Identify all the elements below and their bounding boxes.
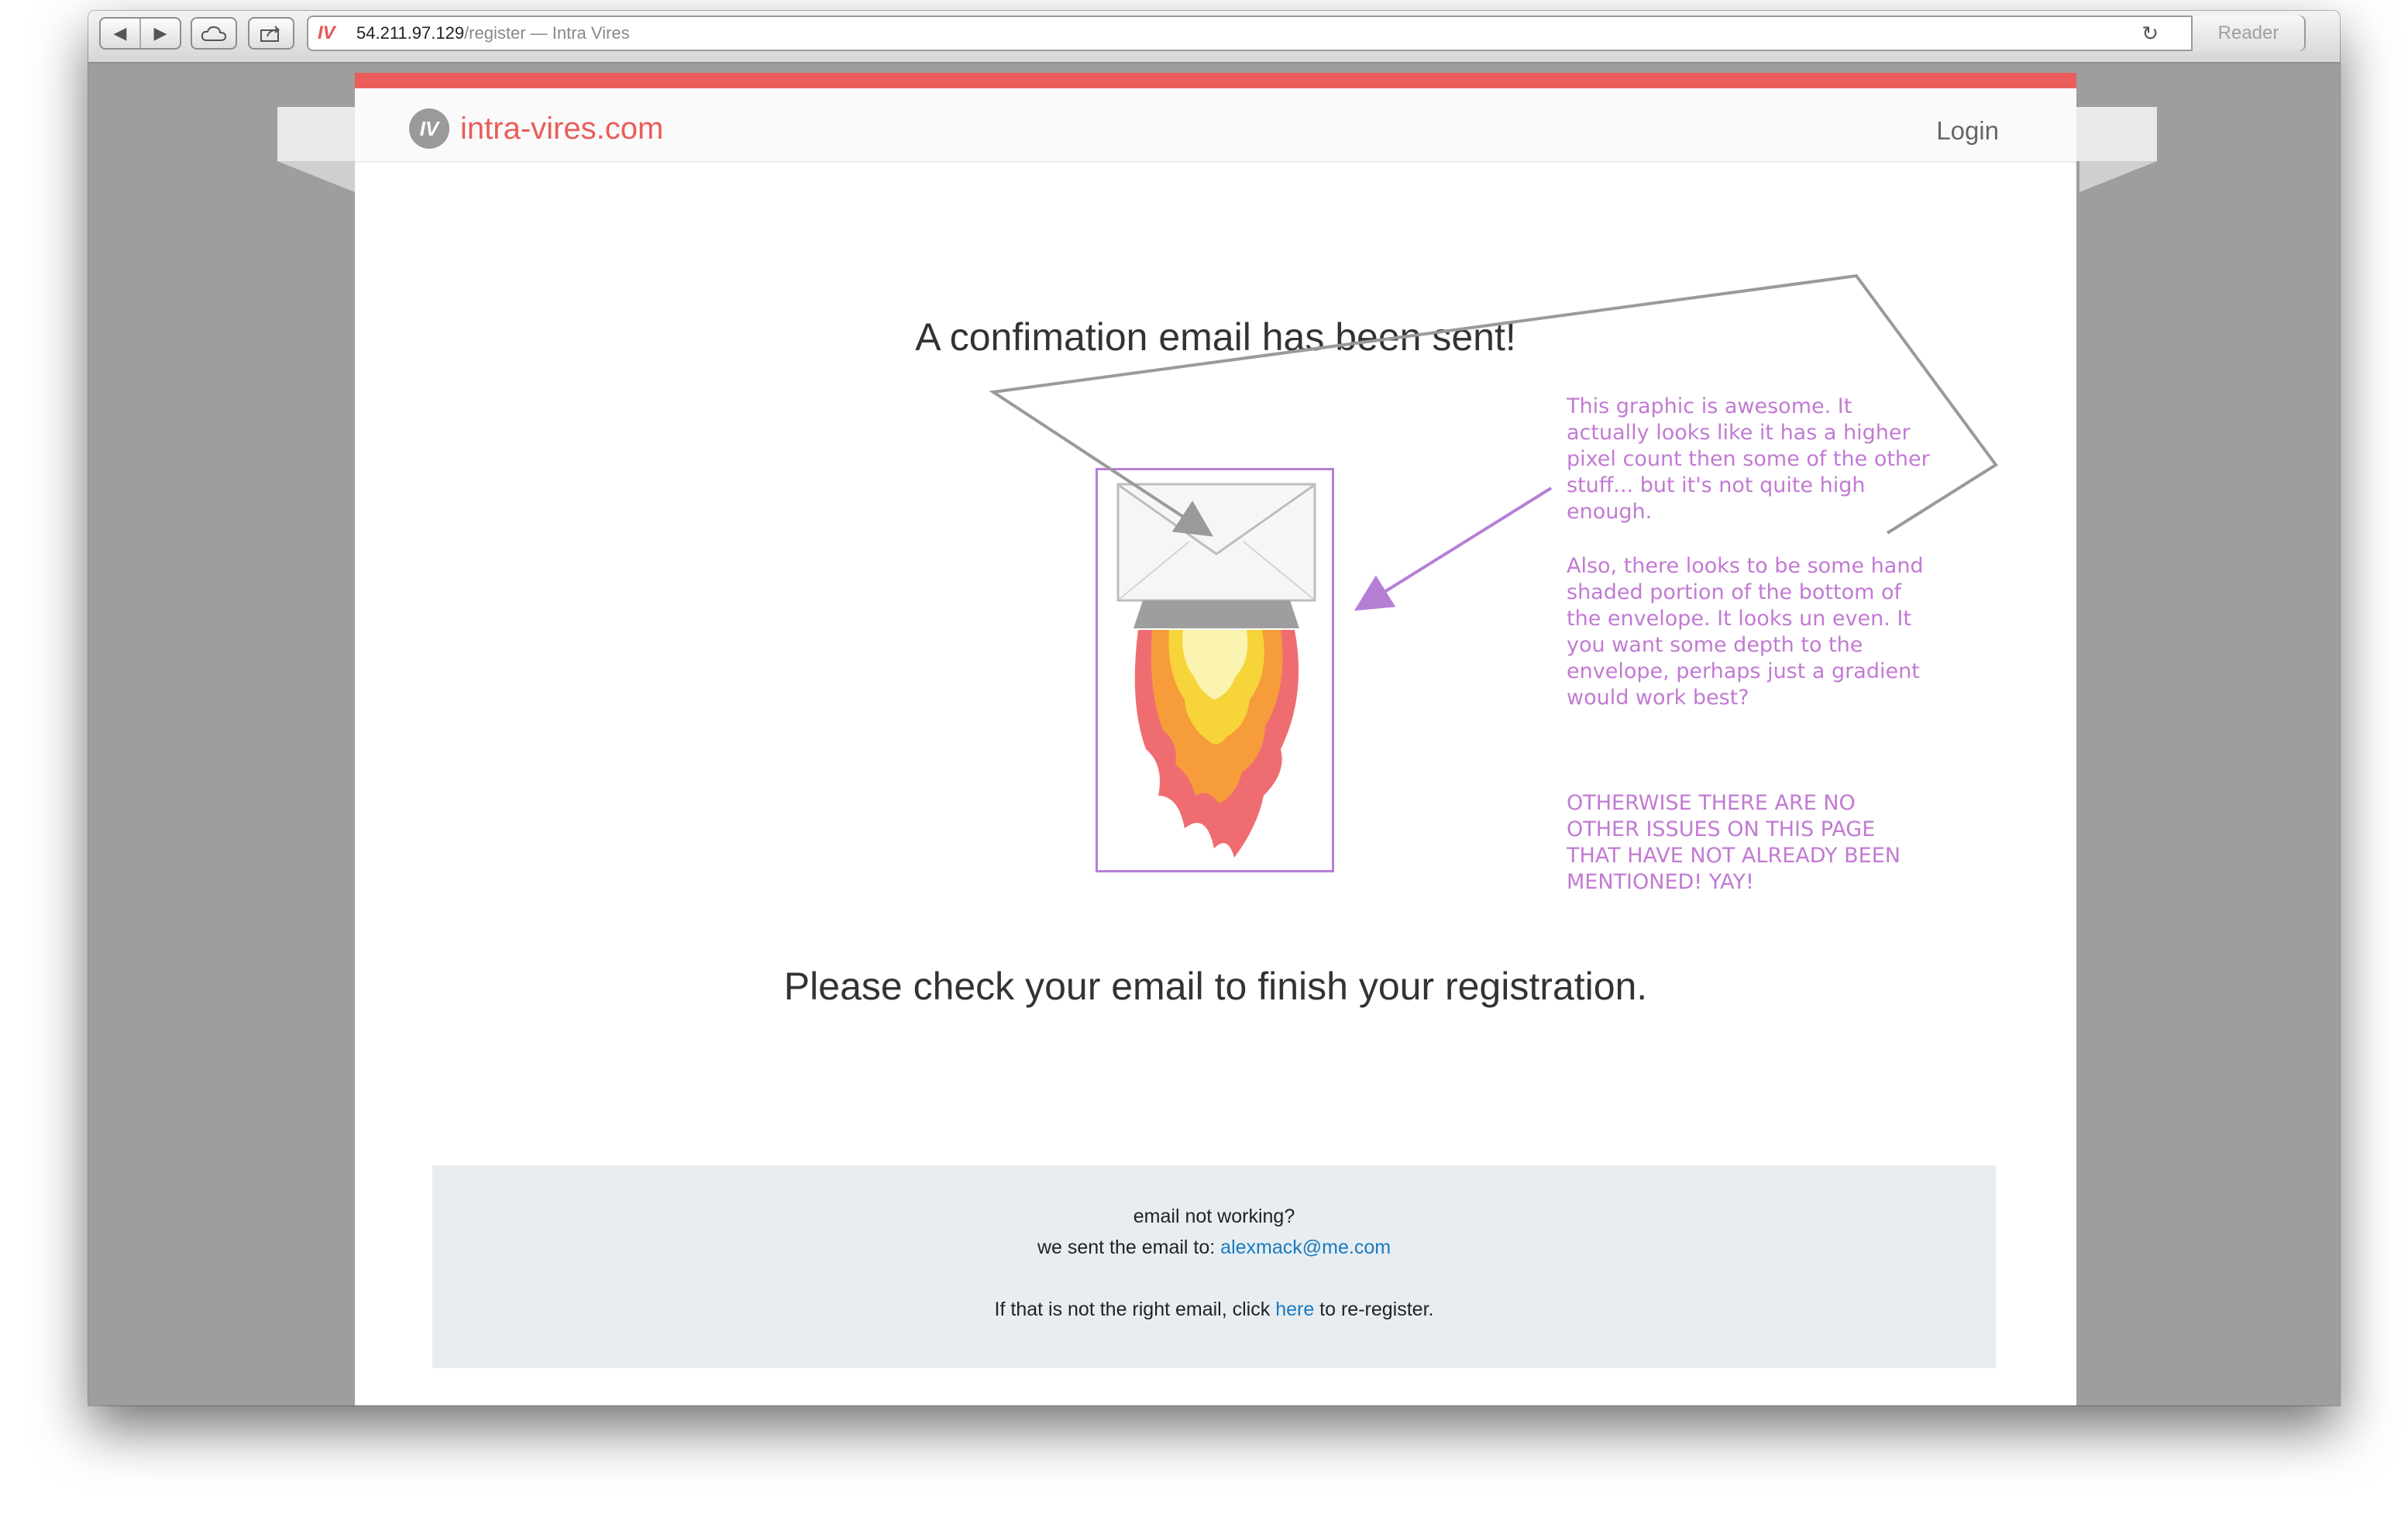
annotation-note-summary: OTHERWISE THERE ARE NO OTHER ISSUES ON T…: [1567, 791, 1901, 894]
reregister-line: If that is not the right email, click he…: [432, 1299, 1996, 1321]
reregister-prefix: If that is not the right email, click: [994, 1299, 1276, 1320]
ribbon-fold-right: [2079, 161, 2157, 192]
browser-toolbar: ◀ ▶ IV 54.211.97.129 /register — Intra V…: [88, 11, 2340, 64]
logo-text[interactable]: intra-vires.com: [460, 112, 663, 146]
instruction-text: Please check your email to finish your r…: [783, 965, 1648, 1008]
login-link[interactable]: Login: [1936, 116, 1999, 146]
page-content: IV intra-vires.com Login A confimation e…: [355, 73, 2076, 1405]
here-link[interactable]: here: [1275, 1299, 1314, 1320]
address-path-title: /register — Intra Vires: [464, 23, 630, 43]
email-address-link[interactable]: alexmack@me.com: [1220, 1237, 1391, 1258]
icloud-tabs-button[interactable]: [191, 17, 237, 50]
browser-window: ◀ ▶ IV 54.211.97.129 /register — Intra V…: [88, 11, 2340, 1405]
sent-email-prefix: we sent the email to:: [1037, 1237, 1221, 1258]
email-help-box: email not working? we sent the email to:…: [432, 1165, 1996, 1368]
site-header: IV intra-vires.com Login: [355, 88, 2076, 163]
rocket-envelope-icon: [1116, 483, 1316, 858]
address-bar[interactable]: IV 54.211.97.129 /register — Intra Vires…: [307, 15, 2306, 51]
sent-email-line: we sent the email to: alexmack@me.com: [432, 1237, 1996, 1259]
forward-arrow-icon[interactable]: ▶: [141, 19, 180, 48]
cloud-icon: [201, 26, 227, 41]
address-host: 54.211.97.129: [356, 23, 465, 43]
site-favicon: IV: [318, 22, 335, 43]
accent-bar: [355, 73, 2076, 88]
page-title: A confimation email has been sent!: [915, 315, 1516, 359]
annotation-note-shading: Also, there looks to be some hand shaded…: [1567, 554, 1924, 710]
rocket-envelope-graphic: [1096, 468, 1334, 872]
ribbon-right: [2064, 107, 2157, 161]
reregister-suffix: to re-register.: [1314, 1299, 1434, 1320]
annotation-note-graphic: This graphic is awesome. It actually loo…: [1567, 394, 1930, 524]
reload-icon[interactable]: ↻: [2141, 22, 2159, 46]
share-icon: [260, 26, 280, 42]
ribbon-fold-left: [277, 161, 355, 192]
back-arrow-icon[interactable]: ◀: [101, 19, 141, 48]
nav-button-group: ◀ ▶: [99, 17, 181, 50]
page-viewport: IV intra-vires.com Login A confimation e…: [88, 64, 2340, 1405]
email-not-working-text: email not working?: [1133, 1206, 1295, 1227]
reader-button[interactable]: Reader: [2191, 15, 2304, 51]
logo-mark[interactable]: IV: [409, 108, 449, 149]
share-button[interactable]: [248, 17, 294, 50]
